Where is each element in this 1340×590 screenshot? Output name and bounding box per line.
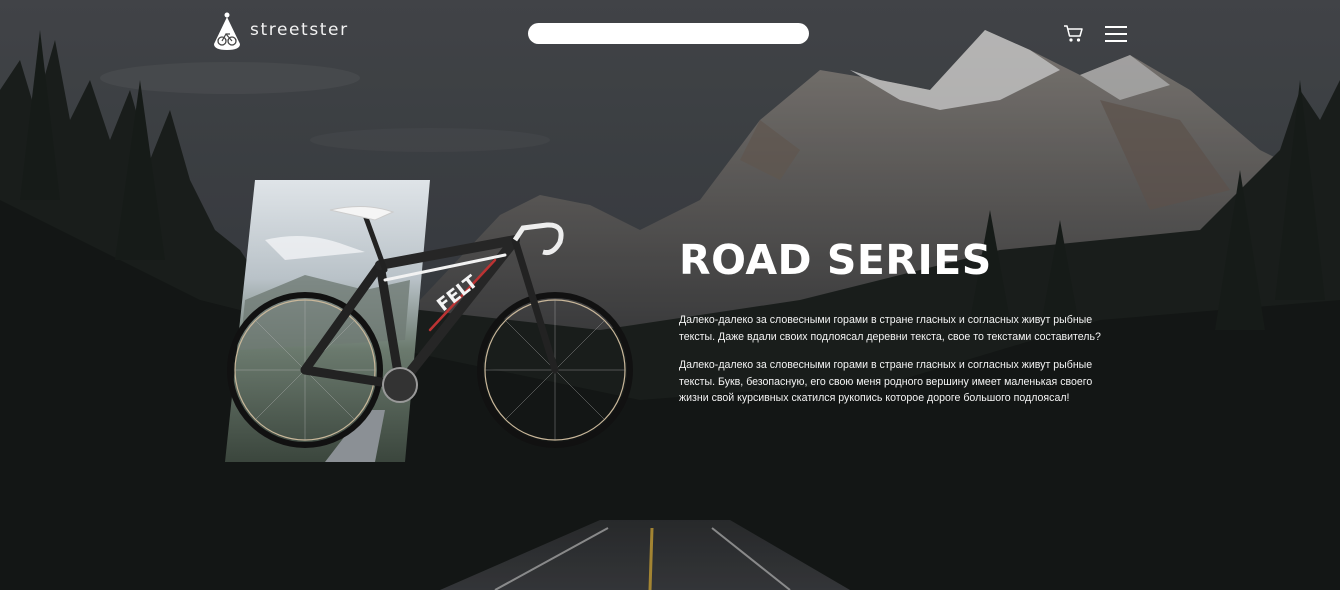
bicycle-logo-icon [214,12,240,50]
hero-background [0,0,1340,590]
site-header: streetster [0,0,1340,70]
hero-paragraph-1: Далеко-далеко за словесными горами в стр… [679,314,1101,343]
hero-title: ROAD SERIES [679,236,992,284]
brand-logo[interactable]: streetster [211,12,349,52]
brand-name: streetster [250,20,349,40]
hamburger-menu-icon[interactable] [1105,25,1127,43]
search-input[interactable] [528,23,809,44]
product-image: FELT [225,180,633,462]
cart-icon[interactable] [1063,23,1084,44]
hero-paragraph-2: Далеко-далеко за словесными горами в стр… [679,359,1093,405]
